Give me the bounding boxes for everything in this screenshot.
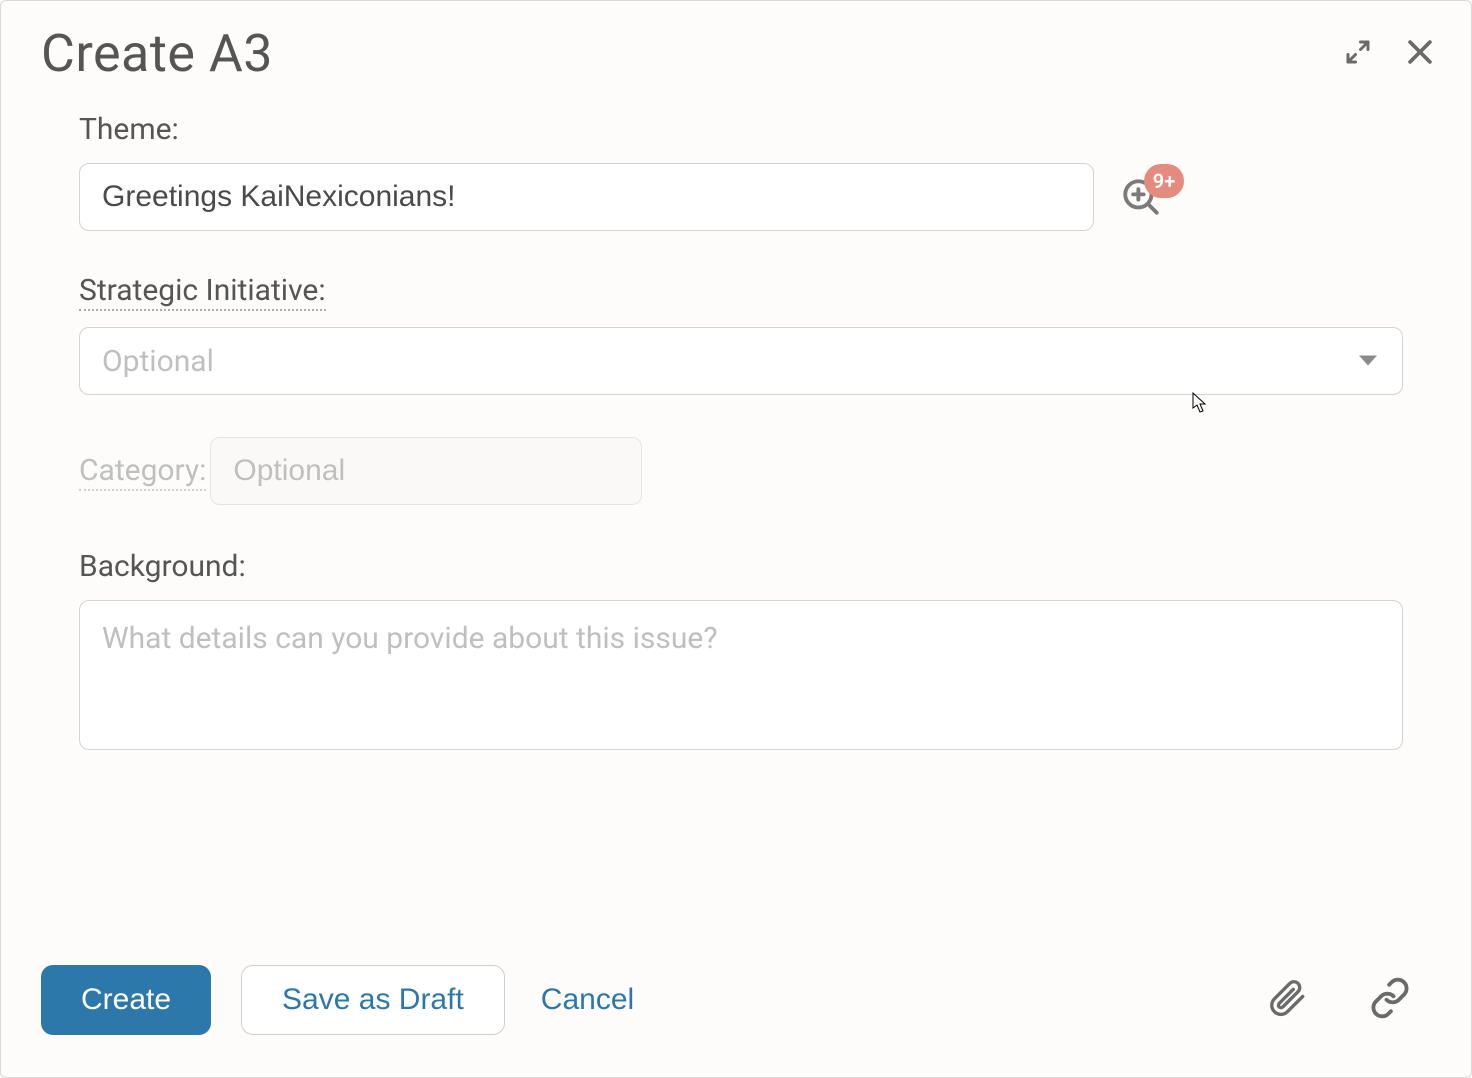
close-icon	[1403, 35, 1437, 69]
create-a3-modal: Create A3 Theme:	[0, 0, 1472, 1078]
expand-icon	[1343, 37, 1373, 67]
link-button[interactable]	[1369, 977, 1411, 1023]
theme-field: Theme: 9+	[79, 112, 1403, 231]
strategic-initiative-value: Optional	[79, 327, 1403, 395]
category-field: Category:	[79, 437, 1403, 507]
category-label: Category:	[79, 453, 206, 491]
create-button[interactable]: Create	[41, 965, 211, 1035]
background-field: Background:	[79, 549, 1403, 754]
background-label: Background:	[79, 549, 246, 584]
link-icon	[1369, 977, 1411, 1019]
paperclip-icon	[1267, 978, 1307, 1018]
search-similar-button[interactable]: 9+	[1120, 176, 1162, 218]
cancel-button[interactable]: Cancel	[535, 983, 640, 1017]
modal-body: Theme: 9+ Strategic Initiative: Optional	[1, 84, 1471, 965]
theme-row: 9+	[79, 163, 1403, 231]
modal-title: Create A3	[41, 23, 273, 84]
save-draft-button[interactable]: Save as Draft	[241, 965, 505, 1035]
strategic-initiative-field: Strategic Initiative: Optional	[79, 273, 1403, 395]
strategic-initiative-label: Strategic Initiative:	[79, 273, 326, 311]
theme-label: Theme:	[79, 112, 179, 147]
footer-tools	[1267, 977, 1411, 1023]
theme-input[interactable]	[79, 163, 1094, 231]
attachment-button[interactable]	[1267, 978, 1307, 1022]
modal-footer: Create Save as Draft Cancel	[1, 965, 1471, 1077]
modal-header: Create A3	[1, 1, 1471, 84]
header-icons	[1339, 31, 1441, 73]
category-input	[210, 437, 642, 505]
strategic-initiative-select[interactable]: Optional	[79, 327, 1403, 395]
background-textarea[interactable]	[79, 600, 1403, 750]
footer-actions: Create Save as Draft Cancel	[41, 965, 640, 1035]
expand-button[interactable]	[1339, 33, 1377, 71]
search-results-badge: 9+	[1144, 164, 1184, 198]
close-button[interactable]	[1399, 31, 1441, 73]
